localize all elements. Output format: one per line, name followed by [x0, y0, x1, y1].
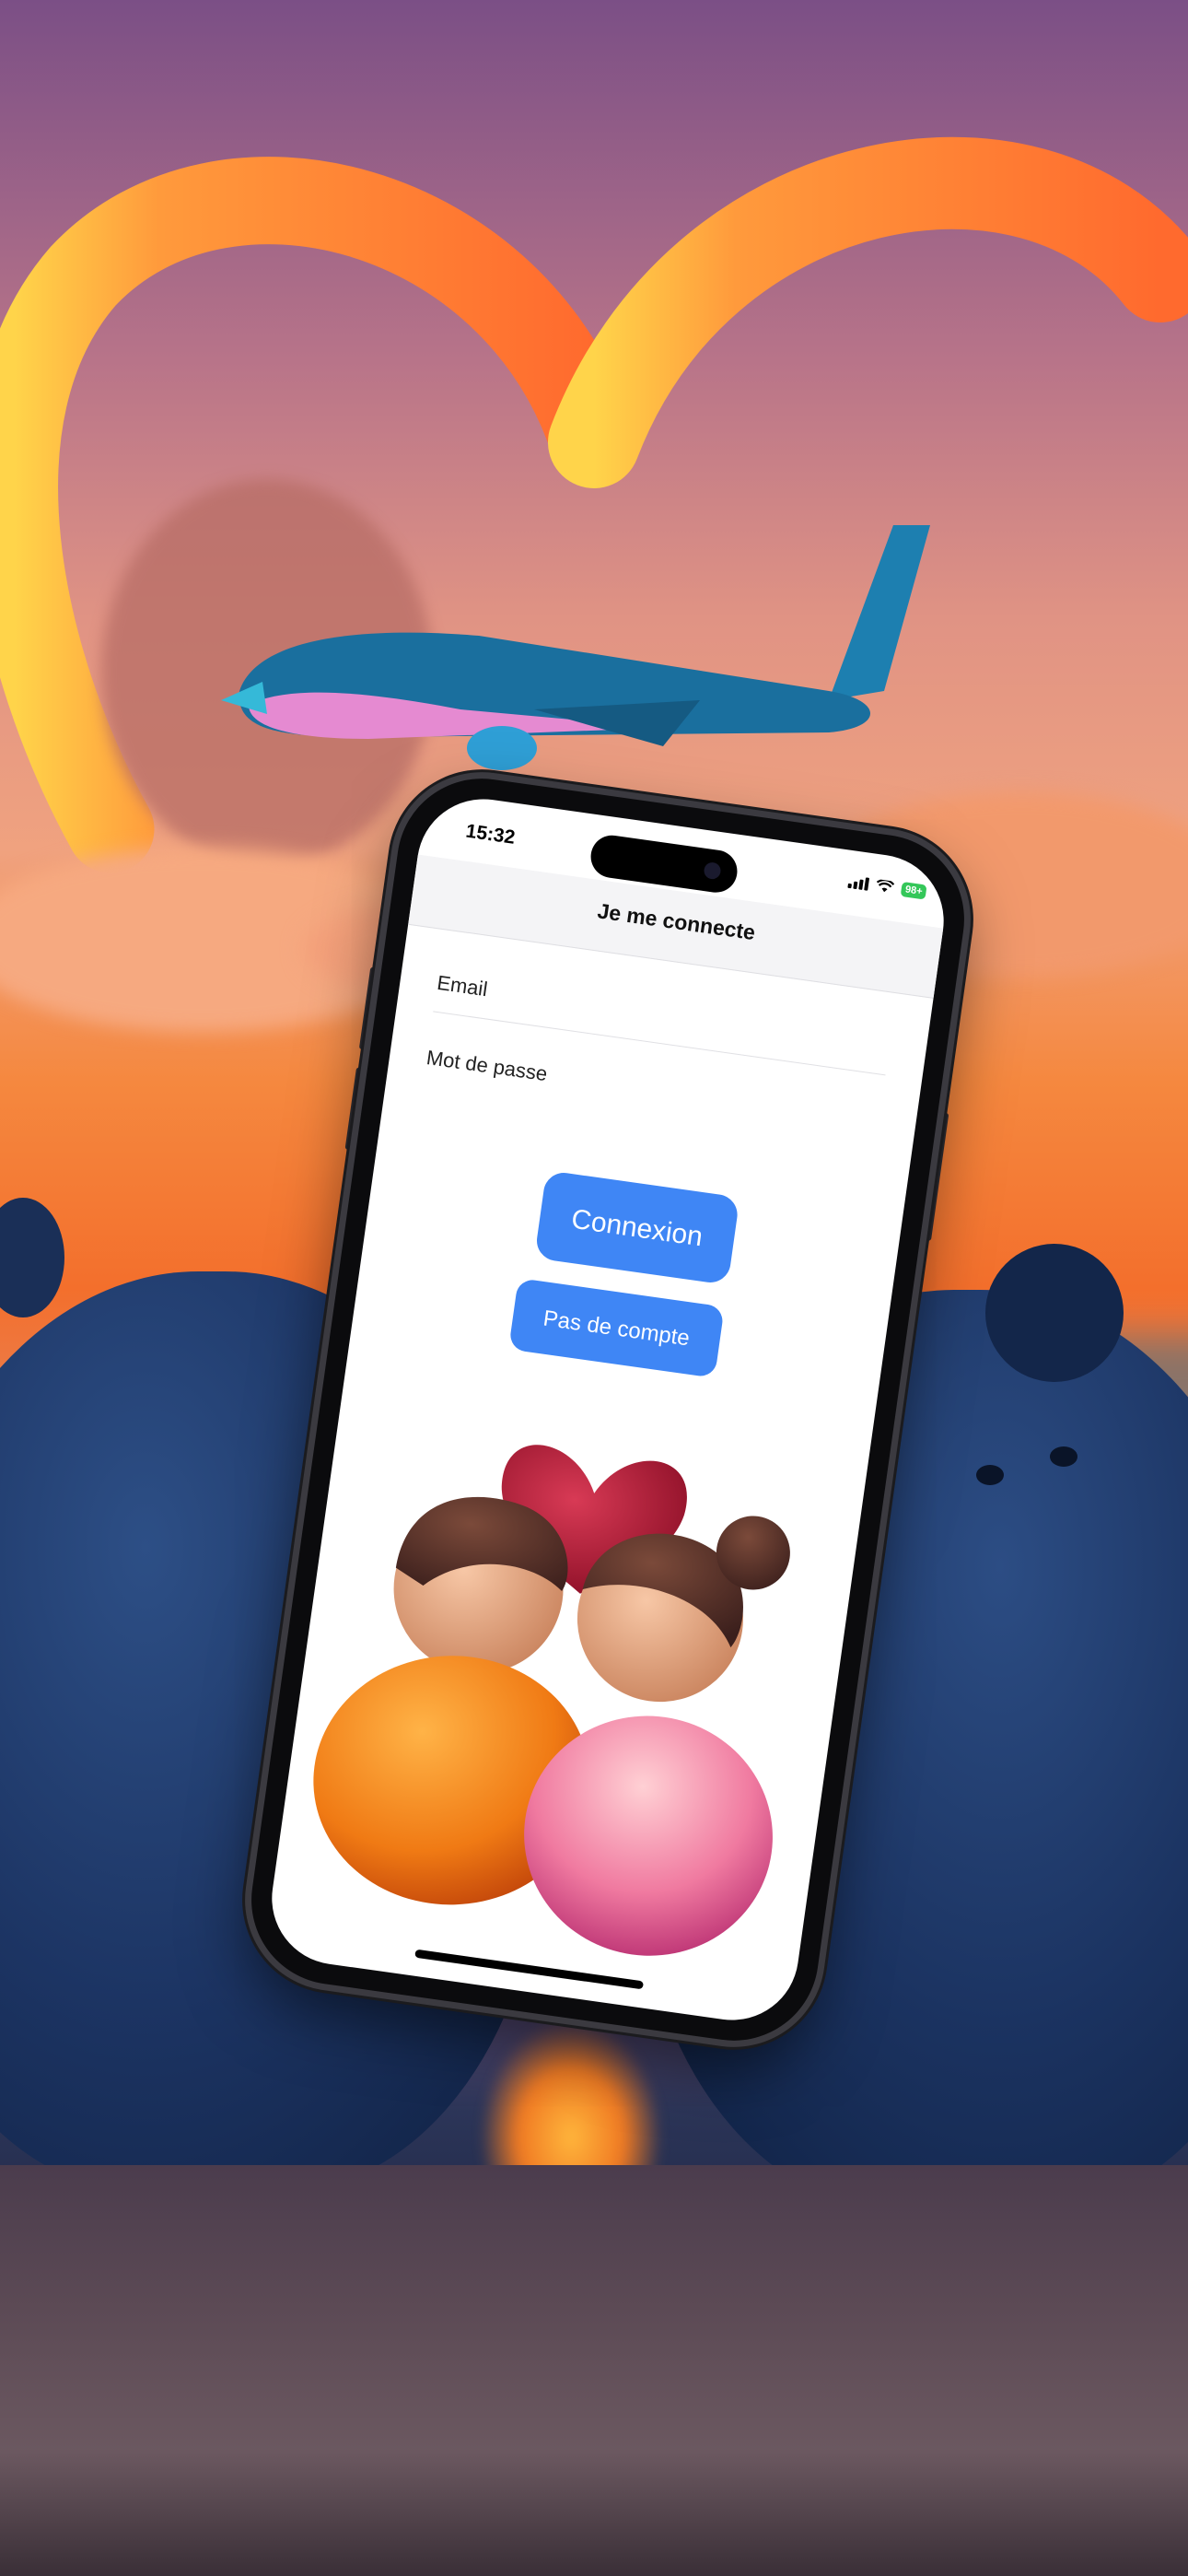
- couple-illustration: [313, 1445, 790, 1956]
- airplane-illustration: [221, 525, 930, 770]
- camera-icon: [703, 861, 722, 881]
- right-creature-eye: [1050, 1446, 1077, 1467]
- right-creature-ear: [985, 1244, 1124, 1382]
- battery-icon: 98+: [900, 881, 927, 900]
- signup-button[interactable]: Pas de compte: [508, 1278, 725, 1378]
- wet-sand: [0, 2165, 1188, 2576]
- system-icons: 98+: [847, 874, 927, 900]
- status-time: 15:32: [464, 820, 517, 849]
- signal-icon: [847, 875, 870, 891]
- login-button[interactable]: Connexion: [534, 1170, 740, 1285]
- right-creature-eye: [976, 1465, 1004, 1485]
- wifi-icon: [877, 879, 895, 893]
